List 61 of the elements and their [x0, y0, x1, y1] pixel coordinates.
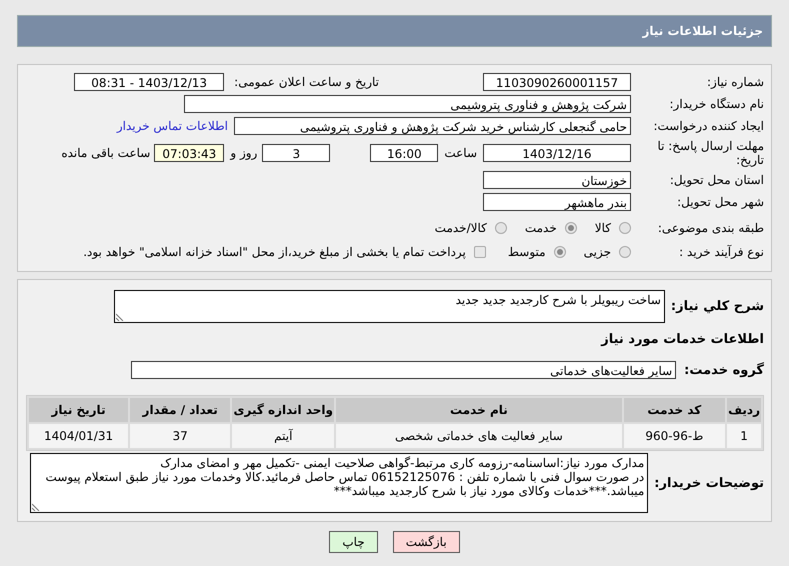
- table-cell: سایر فعالیت های خدماتی شخصی: [336, 424, 622, 448]
- radio-button[interactable]: [619, 246, 631, 258]
- value-field: سایر فعالیت‌های خدماتی: [131, 361, 676, 379]
- field-label: شماره نیاز:: [706, 75, 764, 89]
- column-header: تاریخ نیاز: [29, 398, 128, 422]
- back-button[interactable]: بازگشت: [392, 531, 460, 553]
- value-field: 07:03:43: [154, 144, 224, 162]
- table-cell: 1: [727, 424, 761, 448]
- table-cell: آیتم: [232, 424, 334, 448]
- value-field: 1403/12/13 - 08:31: [74, 73, 224, 91]
- field-label: نام دستگاه خریدار:: [668, 97, 764, 111]
- option-label: جزیی: [584, 245, 611, 259]
- column-header: ردیف: [727, 398, 761, 422]
- resize-grip-icon[interactable]: [32, 503, 40, 511]
- field-label: مهلت ارسال پاسخ: تا تاریخ:: [656, 139, 764, 167]
- option-label: متوسط: [508, 245, 546, 259]
- option-label: کالا/خدمت: [434, 221, 487, 235]
- radio-button[interactable]: [564, 222, 577, 234]
- buyer-contact-link[interactable]: اطلاعات تماس خریدار: [116, 119, 228, 133]
- column-header: تعداد / مقدار: [130, 398, 230, 422]
- table-cell: ط-96-960: [624, 424, 726, 448]
- field-label: ایجاد کننده درخواست:: [652, 119, 764, 133]
- field-label: ساعت باقی مانده: [61, 146, 150, 160]
- section-heading: اطلاعات خدمات مورد نیاز: [600, 332, 764, 347]
- radio-button[interactable]: [619, 222, 631, 234]
- value-field: 16:00: [370, 144, 438, 162]
- page-title: جزئیات اطلاعات نیاز: [642, 24, 763, 38]
- option-label: کالا: [594, 221, 611, 235]
- field-label: نوع فرآیند خرید :: [678, 245, 764, 259]
- field-label: استان محل تحویل:: [668, 173, 764, 187]
- field-label: روز و: [230, 146, 258, 160]
- checkbox-label: پرداخت تمام یا بخشی از مبلغ خرید،از محل "اسناد خزانه اسلامی" خواهد بود.: [83, 245, 466, 259]
- description-field[interactable]: ساخت ریبویلر با شرح کارجدید جدید جدید: [114, 290, 665, 323]
- value-field: شرکت پژوهش و فناوری پتروشیمی: [184, 95, 631, 113]
- field-label: طبقه بندی موضوعی:: [656, 221, 764, 235]
- radio-button[interactable]: [554, 246, 566, 258]
- radio-button[interactable]: [494, 222, 507, 234]
- field-label: توضیحات خریدار:: [654, 476, 764, 490]
- notes-field[interactable]: [30, 453, 648, 513]
- value-field: خوزستان: [483, 171, 631, 189]
- checkbox[interactable]: [474, 246, 486, 258]
- column-header: واحد اندازه گیری: [232, 398, 334, 422]
- value-field: 1403/12/16: [483, 144, 631, 162]
- value-field: بندر ماهشهر: [483, 193, 631, 211]
- table-cell: 1404/01/31: [29, 424, 128, 448]
- column-header: نام خدمت: [336, 398, 622, 422]
- table-cell: 37: [130, 424, 230, 448]
- value-field: حامی گنجعلی کارشناس خرید شرکت پژوهش و فناوری پتروشیمی: [234, 117, 631, 135]
- column-header: کد خدمت: [624, 398, 726, 422]
- value-field: 3: [262, 144, 330, 162]
- field-label: ساعت: [444, 146, 477, 160]
- print-button[interactable]: چاپ: [329, 531, 378, 553]
- notes-text: در صورت سوال فنی با شماره تلفن : 06152125076 تماس حاصل فرمائید.کالا وخدمات مورد نیاز طبق استعلام پیوست میباشد.***خدمات وکالای مورد نیاز با شرح کارجدید میباشد***: [44, 470, 644, 498]
- field-label: شهر محل تحویل:: [676, 195, 764, 209]
- field-label: شرح کلي نیاز:: [670, 299, 764, 314]
- resize-grip-icon[interactable]: [116, 313, 124, 321]
- option-label: خدمت: [524, 221, 557, 235]
- field-label: تاریخ و ساعت اعلان عمومی:: [234, 75, 379, 89]
- notes-text: مدارک مورد نیاز:اساسنامه-رزومه کاری مرتبط-گواهی صلاحیت ایمنی -تکمیل مهر و امضای مدارک: [159, 456, 644, 470]
- field-label: گروه خدمت:: [684, 362, 764, 378]
- value-field: 1103090260001157: [483, 73, 631, 91]
